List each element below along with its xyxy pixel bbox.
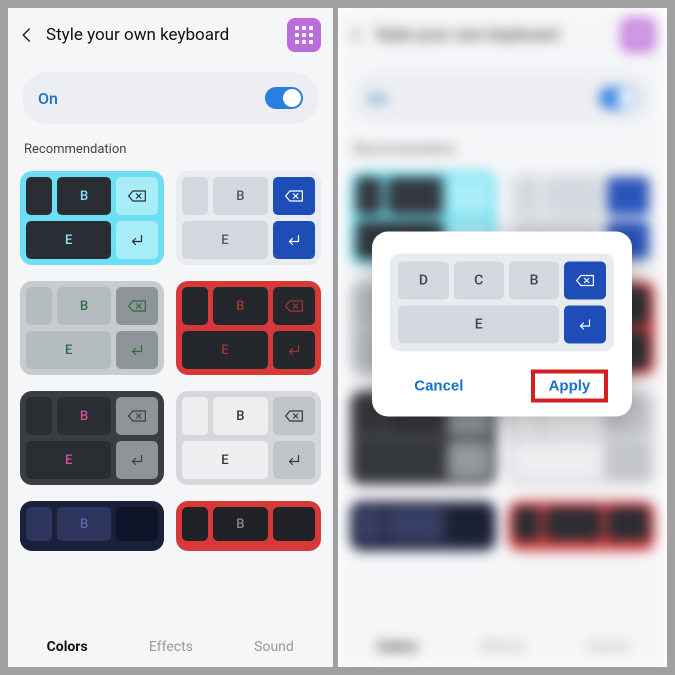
key-b: B <box>57 397 111 435</box>
tab-sound[interactable]: Sound <box>244 635 304 659</box>
return-icon <box>564 306 606 344</box>
toggle-label: On <box>38 89 58 108</box>
key-b: B <box>213 287 267 325</box>
backspace-icon <box>564 262 606 300</box>
return-icon <box>116 441 158 479</box>
backspace-icon <box>273 507 315 541</box>
key-c-half <box>182 507 208 541</box>
theme-card[interactable]: B <box>176 501 320 551</box>
header: Style your own keyboard <box>8 8 333 58</box>
dialog-preview: D C B E <box>390 254 614 352</box>
key-c-half <box>26 507 52 541</box>
back-icon[interactable] <box>18 26 36 44</box>
apply-button[interactable]: Apply <box>531 370 609 403</box>
key-e: E <box>182 221 267 259</box>
backspace-icon <box>273 177 315 215</box>
key-c-half <box>26 177 52 215</box>
backspace-icon <box>116 177 158 215</box>
backspace-icon <box>116 397 158 435</box>
key-e: E <box>26 441 111 479</box>
return-icon <box>273 331 315 369</box>
themes-grid: B E B <box>8 165 333 625</box>
key-e: E <box>398 306 559 344</box>
theme-card[interactable]: B E <box>20 281 164 375</box>
backspace-icon <box>116 507 158 541</box>
key-c: C <box>454 262 504 300</box>
backspace-icon <box>116 287 158 325</box>
key-c-half <box>182 177 208 215</box>
key-e: E <box>26 331 111 369</box>
enable-toggle-row[interactable]: On <box>22 72 319 124</box>
key-c-half <box>182 397 208 435</box>
key-e: E <box>26 221 111 259</box>
key-b: B <box>213 177 267 215</box>
tab-effects[interactable]: Effects <box>139 635 203 659</box>
bottom-tabs: Colors Effects Sound <box>8 625 333 667</box>
return-icon <box>273 221 315 259</box>
backspace-icon <box>273 397 315 435</box>
key-b: B <box>57 507 111 541</box>
key-b: B <box>213 397 267 435</box>
key-b: B <box>57 177 111 215</box>
page-title: Style your own keyboard <box>46 25 277 45</box>
backspace-icon <box>273 287 315 325</box>
section-label: Recommendation <box>24 142 317 157</box>
theme-card[interactable]: B E <box>20 391 164 485</box>
return-icon <box>273 441 315 479</box>
key-c-half <box>26 397 52 435</box>
key-c-half <box>26 287 52 325</box>
key-b: B <box>509 262 559 300</box>
theme-card[interactable]: B E <box>20 171 164 265</box>
apply-dialog: D C B E Cancel Apply <box>372 232 632 417</box>
theme-card[interactable]: B E <box>176 281 320 375</box>
key-e: E <box>182 331 267 369</box>
theme-card[interactable]: B E <box>176 391 320 485</box>
return-icon <box>116 221 158 259</box>
key-e: E <box>182 441 267 479</box>
theme-card[interactable]: B E <box>176 171 320 265</box>
tab-colors[interactable]: Colors <box>37 635 98 659</box>
return-icon <box>116 331 158 369</box>
key-b: B <box>213 507 267 541</box>
cancel-button[interactable]: Cancel <box>396 370 481 403</box>
screen-right: Style your own keyboard On Recommendatio… <box>338 8 668 667</box>
key-d: D <box>398 262 448 300</box>
grid-button[interactable] <box>287 18 321 52</box>
toggle-switch[interactable] <box>265 87 303 109</box>
screen-left: Style your own keyboard On Recommendatio… <box>8 8 338 667</box>
theme-card[interactable]: B <box>20 501 164 551</box>
key-b: B <box>57 287 111 325</box>
key-c-half <box>182 287 208 325</box>
